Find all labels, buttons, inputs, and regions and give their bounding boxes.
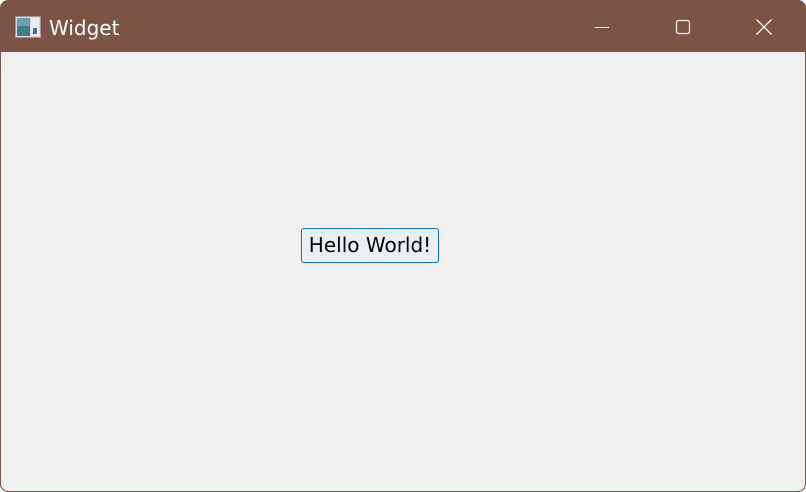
- maximize-button[interactable]: [643, 1, 723, 52]
- maximize-icon: [675, 19, 691, 34]
- close-icon: [756, 18, 772, 35]
- title-bar[interactable]: Widget: [1, 1, 805, 52]
- minimize-icon: [595, 26, 609, 28]
- app-icon: [15, 16, 41, 38]
- minimize-button[interactable]: [562, 1, 642, 52]
- app-window: Widget Hello World!: [0, 0, 806, 492]
- hello-world-button[interactable]: Hello World!: [301, 228, 439, 263]
- client-area: Hello World!: [1, 52, 805, 491]
- close-button[interactable]: [724, 1, 804, 52]
- window-title: Widget: [49, 16, 120, 40]
